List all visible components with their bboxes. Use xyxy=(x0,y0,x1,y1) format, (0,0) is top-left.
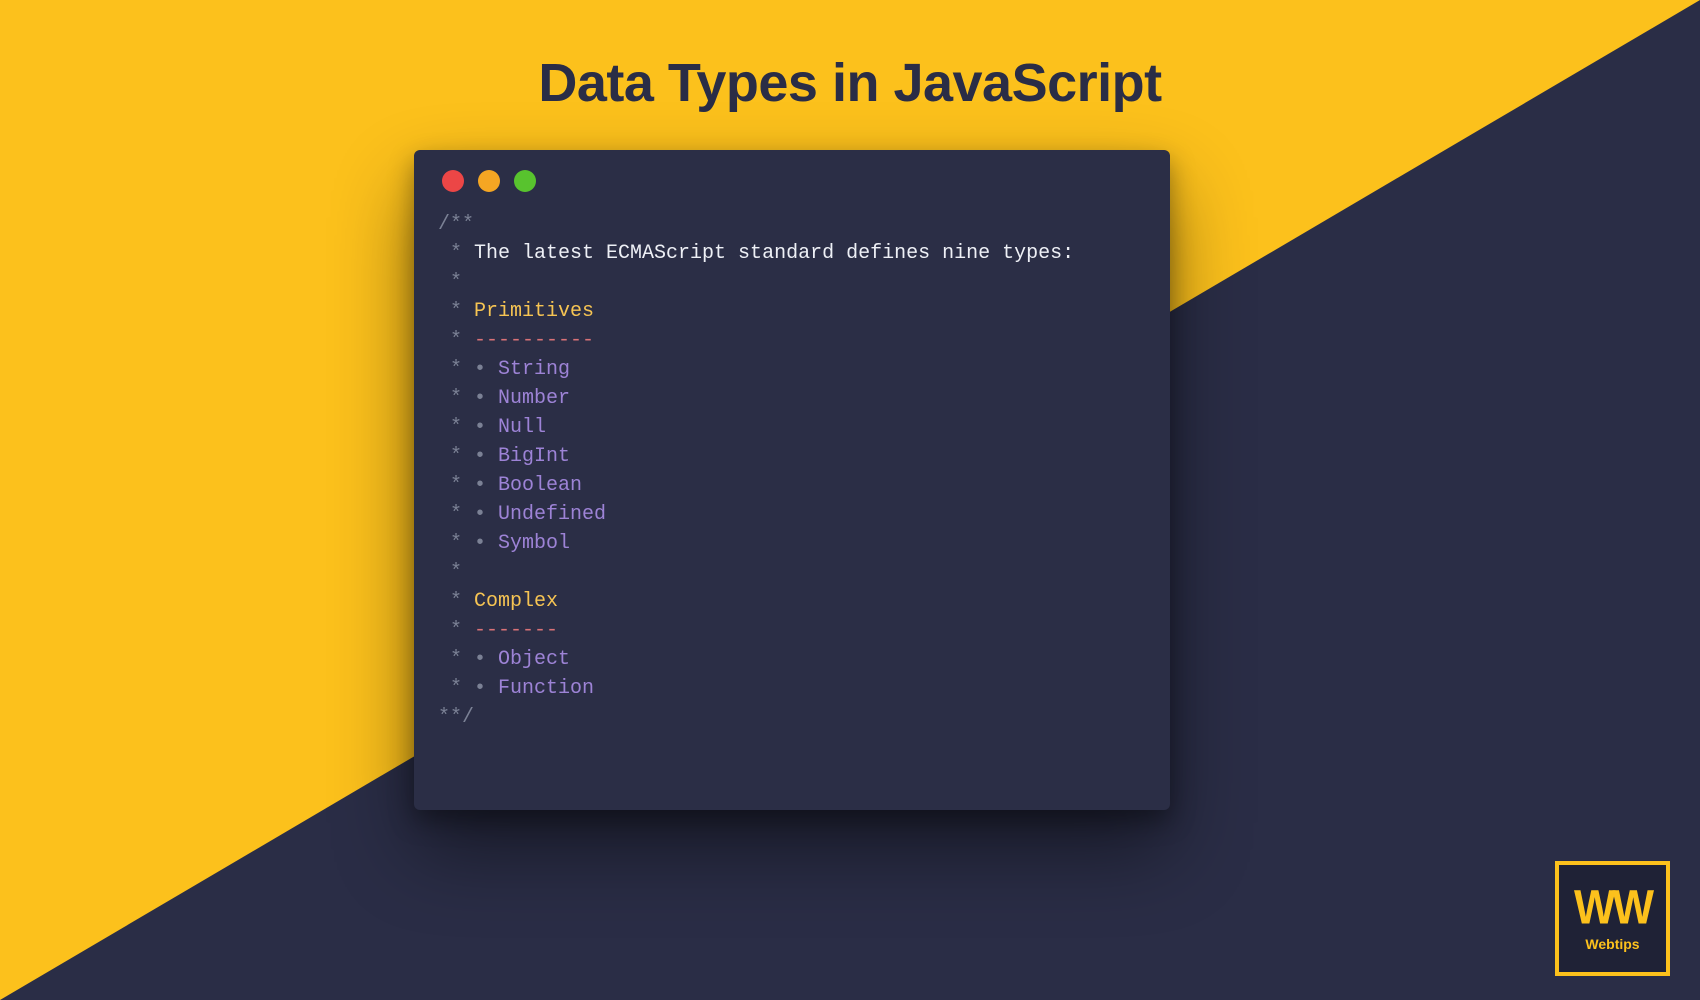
code-block: /** * The latest ECMAScript standard def… xyxy=(438,210,1146,732)
close-icon xyxy=(442,170,464,192)
minimize-icon xyxy=(478,170,500,192)
maximize-icon xyxy=(514,170,536,192)
page-title: Data Types in JavaScript xyxy=(0,52,1700,114)
logo-mark: WW xyxy=(1574,883,1651,931)
webtips-logo: WW Webtips xyxy=(1555,861,1670,976)
window-traffic-lights xyxy=(442,170,1146,192)
logo-name: Webtips xyxy=(1585,936,1639,952)
code-window: /** * The latest ECMAScript standard def… xyxy=(414,150,1170,810)
